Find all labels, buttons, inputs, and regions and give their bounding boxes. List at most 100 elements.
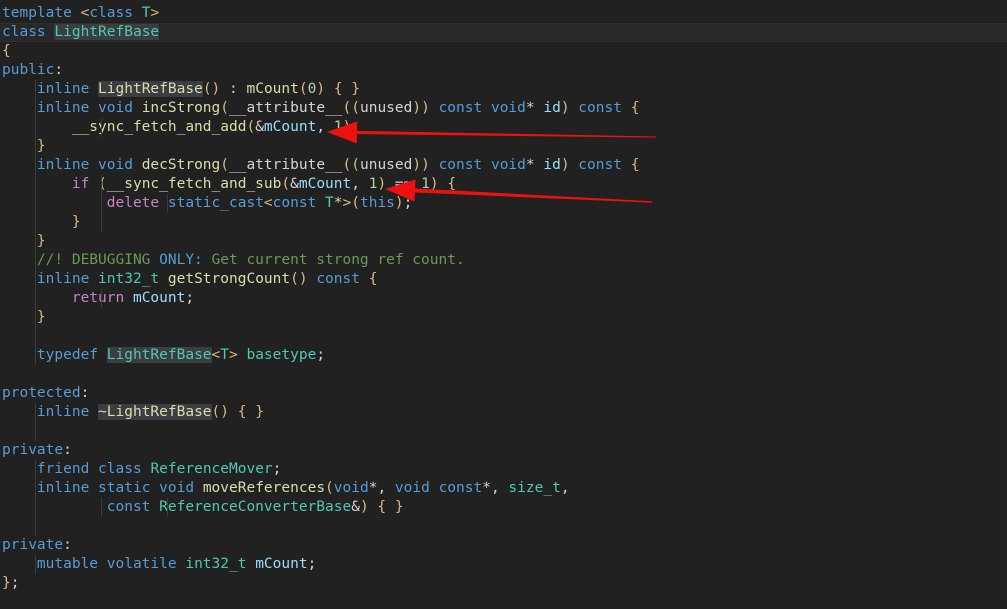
- code-token: ;: [185, 290, 195, 306]
- code-token: *: [482, 480, 491, 496]
- code-line[interactable]: inline void decStrong(__attribute__((unu…: [0, 156, 1007, 175]
- code-line[interactable]: [0, 327, 1007, 346]
- code-line[interactable]: return mCount;: [0, 289, 1007, 308]
- code-line[interactable]: __sync_fetch_and_add(&mCount, 1);: [0, 118, 1007, 137]
- code-token: }: [36, 138, 46, 154]
- code-token: (: [211, 404, 221, 420]
- code-line[interactable]: }: [0, 308, 1007, 327]
- code-line[interactable]: inline void incStrong(__attribute__((unu…: [0, 99, 1007, 118]
- code-token: >: [342, 195, 352, 211]
- code-token: friend: [36, 461, 90, 477]
- code-token: class: [89, 5, 133, 21]
- code-content-area[interactable]: template <class T> class LightRefBase{pub…: [0, 0, 1007, 609]
- code-token: ,: [560, 480, 570, 496]
- code-line[interactable]: [0, 365, 1007, 384]
- code-line[interactable]: }: [0, 213, 1007, 232]
- code-line[interactable]: };: [0, 574, 1007, 593]
- code-token: )): [412, 157, 430, 173]
- code-token: }: [2, 575, 11, 591]
- code-token: (: [202, 81, 212, 97]
- code-token: (: [246, 119, 256, 135]
- code-token: {: [447, 176, 457, 192]
- code-token: >: [229, 347, 238, 363]
- code-token: }: [36, 309, 46, 325]
- code-token: void: [394, 480, 430, 496]
- code-token: :: [63, 537, 72, 553]
- code-line[interactable]: inline LightRefBase() : mCount(0) { }: [0, 80, 1007, 99]
- code-token: inline: [36, 404, 90, 420]
- code-token: id: [543, 100, 561, 116]
- code-token: inline: [36, 480, 90, 496]
- code-token: incStrong: [141, 100, 221, 116]
- code-line[interactable]: public:: [0, 61, 1007, 80]
- code-line[interactable]: [0, 517, 1007, 536]
- code-token: ): [316, 81, 326, 97]
- code-line[interactable]: mutable volatile int32_t mCount;: [0, 555, 1007, 574]
- code-token: }: [71, 214, 81, 230]
- code-line[interactable]: {: [0, 42, 1007, 61]
- code-line[interactable]: [0, 422, 1007, 441]
- code-editor-viewport[interactable]: template <class T> class LightRefBase{pub…: [0, 0, 1007, 609]
- code-token: inline: [36, 81, 90, 97]
- code-token: ): [211, 81, 221, 97]
- code-token: public: [2, 62, 55, 78]
- code-token: *: [333, 195, 343, 211]
- code-line[interactable]: inline int32_t getStrongCount() const {: [0, 270, 1007, 289]
- code-token: class: [98, 461, 142, 477]
- code-token: void: [98, 100, 133, 116]
- code-line[interactable]: private:: [0, 441, 1007, 460]
- code-line[interactable]: friend class ReferenceMover;: [0, 460, 1007, 479]
- code-line[interactable]: const ReferenceConverterBase&) { }: [0, 498, 1007, 517]
- code-token: *: [525, 157, 535, 173]
- code-token: ;: [307, 556, 317, 572]
- code-token: size_t: [508, 480, 561, 496]
- code-line[interactable]: inline static void moveReferences(void*,…: [0, 479, 1007, 498]
- code-token: :: [80, 385, 90, 401]
- code-line[interactable]: template <class T>: [0, 4, 1007, 23]
- code-line[interactable]: private:: [0, 536, 1007, 555]
- code-token: ): [377, 176, 387, 192]
- code-line[interactable]: }: [0, 137, 1007, 156]
- code-token: mutable: [36, 556, 99, 572]
- code-line[interactable]: delete static_cast<const T*>(this);: [0, 194, 1007, 213]
- code-line[interactable]: //! DEBUGGING ONLY: Get current strong r…: [0, 251, 1007, 270]
- code-token: (: [281, 176, 291, 192]
- code-line[interactable]: typedef LightRefBase<T> basetype;: [0, 346, 1007, 365]
- code-token: inline: [36, 271, 90, 287]
- code-token: ;: [351, 119, 360, 135]
- code-token: if: [71, 176, 90, 192]
- code-token: decStrong: [141, 157, 221, 173]
- code-token: const: [316, 271, 360, 287]
- code-line[interactable]: class LightRefBase: [0, 23, 1007, 42]
- code-line[interactable]: inline ~LightRefBase() { }: [0, 403, 1007, 422]
- code-token: int32_t: [98, 271, 160, 287]
- code-line[interactable]: }: [0, 232, 1007, 251]
- code-line[interactable]: protected:: [0, 384, 1007, 403]
- code-token: mCount: [246, 81, 299, 97]
- code-line[interactable]: if (__sync_fetch_and_sub(&mCount, 1) == …: [0, 175, 1007, 194]
- code-token: <: [211, 347, 221, 363]
- code-token: (: [351, 195, 360, 211]
- code-token: this: [359, 195, 395, 211]
- code-token: void: [98, 157, 133, 173]
